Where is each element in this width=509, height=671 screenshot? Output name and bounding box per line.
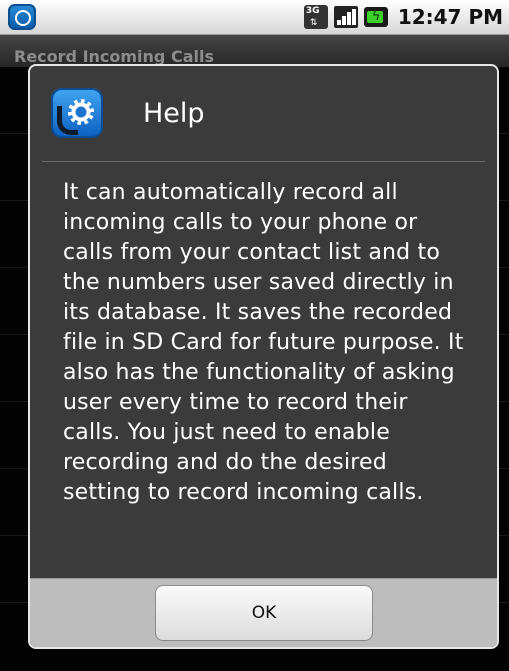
ok-button[interactable]: OK [155,585,373,641]
dialog-footer: OK [30,578,497,647]
call-recorder-gear-icon [51,88,103,138]
header-divider [42,161,485,162]
dialog-title: Help [143,98,205,129]
battery-charging-icon: ϟ [363,7,388,27]
help-dialog: Help It can automatically record all inc… [28,64,499,649]
status-bar: 3G ⇅ ϟ 12:47 PM [0,0,509,35]
network-label: 3G [305,6,320,16]
dialog-message: It can automatically record all incoming… [63,180,464,505]
app-notification-icon [8,4,36,30]
3g-network-icon: 3G ⇅ [303,5,328,29]
signal-strength-icon [333,6,358,28]
clock: 12:47 PM [397,5,503,29]
status-icons: 3G ⇅ ϟ 12:47 PM [303,3,503,31]
dialog-header: Help [30,66,497,162]
